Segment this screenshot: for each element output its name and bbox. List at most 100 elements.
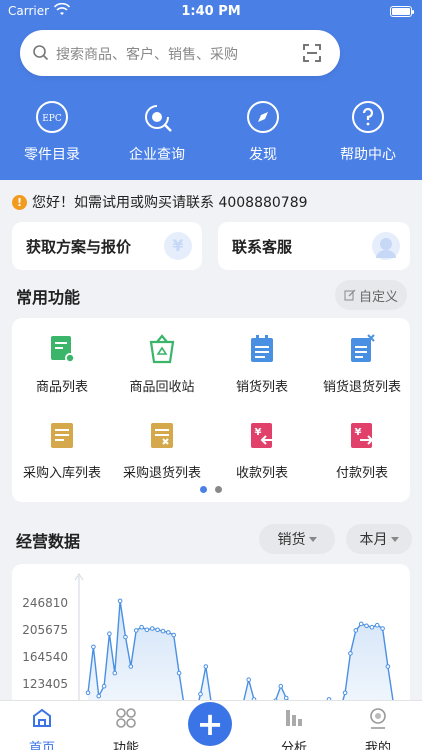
data-point: [176, 670, 182, 676]
common-functions-title: 常用功能: [16, 288, 81, 307]
function-item-purchase-inbound[interactable]: 采购入库列表: [12, 420, 112, 481]
page-dot[interactable]: [215, 486, 222, 493]
data-point: [107, 631, 112, 636]
add-button[interactable]: +: [188, 702, 232, 746]
data-point: [166, 630, 171, 635]
tab-label: 功能: [112, 741, 139, 750]
function-item-product-list[interactable]: 商品列表: [12, 334, 112, 395]
data-point: [96, 693, 101, 699]
notice-bar[interactable]: ! 您好！如需试用或购买请联系 4008880789: [12, 192, 308, 212]
quick-action-label: 企业查询: [129, 147, 185, 163]
function-item-payment-list[interactable]: ¥ 付款列表: [312, 420, 412, 481]
sales-list-icon: [251, 335, 273, 362]
tab-home[interactable]: 首页: [12, 707, 72, 750]
quick-action-discover[interactable]: 发现: [223, 100, 303, 164]
epc-badge-text: EPC: [42, 114, 62, 124]
epc-icon: EPC: [36, 101, 68, 133]
quick-action-parts-catalog[interactable]: EPC 零件目录: [12, 100, 92, 164]
data-point: [160, 628, 166, 634]
data-point: [348, 651, 353, 656]
contact-support-card[interactable]: 联系客服: [218, 222, 410, 270]
function-item-recycle-bin[interactable]: 商品回收站: [112, 334, 212, 395]
customize-button[interactable]: 自定义: [335, 280, 407, 310]
function-label: 采购退货列表: [122, 466, 201, 481]
payment-list-icon: ¥: [351, 423, 374, 448]
notice-text: 您好！如需试用或购买请联系 4008880789: [32, 195, 308, 211]
data-point: [101, 683, 107, 689]
tab-label: 首页: [28, 741, 55, 750]
search-input[interactable]: 搜索商品、客户、销售、采购: [56, 44, 238, 64]
data-type-value: 销货: [277, 532, 306, 548]
page-indicator[interactable]: [200, 486, 222, 493]
data-point: [91, 644, 96, 650]
function-label: 采购入库列表: [22, 466, 101, 481]
yen-icon: ¥: [164, 232, 192, 260]
purchase-return-icon: [151, 423, 173, 448]
data-point: [117, 598, 123, 604]
data-point: [246, 677, 251, 682]
scan-icon[interactable]: [302, 43, 322, 63]
data-point: [278, 683, 284, 689]
function-item-sales-return-list[interactable]: 销货退货列表: [312, 334, 412, 395]
get-quote-card[interactable]: 获取方案与报价 ¥: [12, 222, 202, 270]
battery-icon: [390, 6, 414, 17]
data-point: [374, 622, 380, 628]
svg-text:¥: ¥: [355, 427, 362, 438]
page-dot-active[interactable]: [200, 486, 207, 493]
common-functions-grid: 商品列表 商品回收站 销货列表 销货退货列表 采购入库列表 采购退货列表 ¥ 收…: [12, 318, 410, 502]
bar-chart-icon: [286, 710, 302, 726]
quick-action-company-query[interactable]: 企业查询: [117, 100, 197, 164]
data-point: [128, 664, 134, 669]
data-point: [342, 690, 348, 696]
tab-label: 分析: [280, 741, 307, 750]
period-value: 本月: [359, 532, 388, 548]
search-icon: [33, 45, 49, 61]
home-icon: [33, 708, 51, 727]
data-point: [364, 623, 369, 629]
data-point: [353, 628, 359, 633]
function-label: 商品列表: [35, 380, 88, 395]
data-type-dropdown[interactable]: 销货: [259, 524, 335, 554]
company-search-icon: [145, 105, 172, 132]
tab-analysis[interactable]: 分析: [264, 707, 324, 750]
data-point: [369, 624, 375, 630]
function-item-sales-list[interactable]: 销货列表: [212, 334, 312, 395]
customer-service-icon: [372, 232, 400, 260]
help-icon: [352, 101, 384, 133]
search-bar[interactable]: 搜索商品、客户、销售、采购: [20, 30, 340, 76]
chevron-down-icon: [308, 536, 317, 542]
recycle-bin-icon: [149, 334, 175, 364]
sales-return-list-icon: [351, 334, 375, 362]
business-data-title: 经营数据: [16, 532, 81, 551]
edit-icon: [344, 289, 356, 301]
data-point: [85, 690, 91, 696]
user-icon: [370, 708, 386, 729]
header: Carrier 1:40 PM 搜索商品、客户、销售、采购 EPC 零件目录 企…: [0, 0, 422, 180]
product-list-icon: [51, 336, 75, 363]
quick-action-label: 帮助中心: [340, 147, 396, 163]
status-bar: Carrier 1:40 PM: [0, 0, 422, 24]
customize-label: 自定义: [358, 289, 398, 305]
quick-action-label: 发现: [249, 147, 277, 163]
data-point: [144, 627, 150, 633]
function-item-purchase-return[interactable]: 采购退货列表: [112, 420, 212, 481]
data-point: [112, 670, 118, 676]
get-quote-label: 获取方案与报价: [26, 238, 132, 256]
data-point: [385, 664, 391, 669]
data-point: [123, 634, 128, 640]
data-point: [155, 627, 160, 633]
function-label: 收款列表: [235, 466, 288, 481]
svg-text:¥: ¥: [255, 427, 262, 438]
quick-action-help-center[interactable]: 帮助中心: [328, 100, 408, 164]
data-point: [139, 624, 144, 630]
data-point: [380, 626, 385, 631]
warning-icon: !: [12, 194, 27, 210]
data-point: [133, 628, 139, 633]
data-point: [203, 664, 209, 669]
function-item-receipt-list[interactable]: ¥ 收款列表: [212, 420, 312, 481]
tab-functions[interactable]: 功能: [96, 707, 156, 750]
period-dropdown[interactable]: 本月: [346, 524, 412, 554]
tab-mine[interactable]: 我的: [348, 707, 408, 750]
compass-icon: [247, 101, 279, 133]
data-point: [171, 632, 176, 638]
